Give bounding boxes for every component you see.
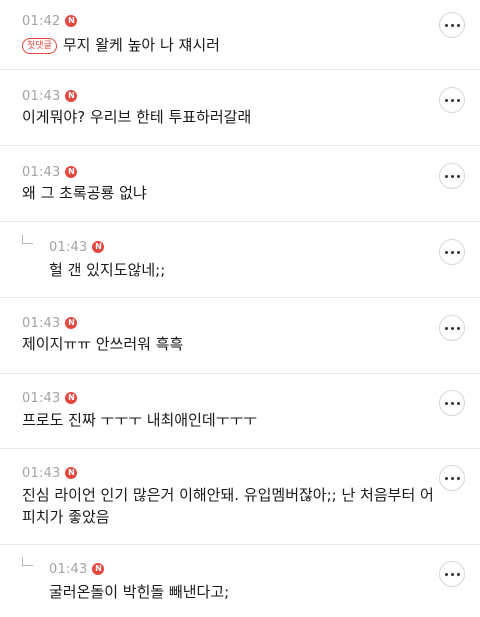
new-badge: N — [65, 166, 78, 178]
comment-time: 01:43 — [49, 561, 88, 577]
comment-time: 01:42 — [22, 13, 61, 29]
comment-time: 01:43 — [22, 164, 61, 180]
comment-item: 01:43 N 진심 라이언 인기 많은거 이해안돼. 유입멤버잖아;; 난 처… — [0, 449, 480, 545]
comment-meta: 01:43 N — [22, 465, 78, 481]
reply-arrow-icon — [22, 557, 33, 566]
comment-time: 01:43 — [22, 315, 61, 331]
comment-text: 제이지ㅠㅠ 안쓰러워 흑흑 — [22, 335, 184, 353]
new-badge: N — [65, 317, 78, 329]
more-options-button[interactable] — [439, 390, 465, 416]
more-options-button[interactable] — [439, 315, 465, 341]
comment-meta: 01:42 N — [22, 13, 78, 29]
comment-time: 01:43 — [22, 465, 61, 481]
comment-item: 01:42 N 첫댓글 무지 왈케 높아 나 쟤시러 — [0, 0, 480, 70]
more-horizontal-icon — [443, 326, 461, 330]
more-horizontal-icon — [443, 401, 461, 405]
comment-time: 01:43 — [22, 88, 61, 104]
more-options-button[interactable] — [439, 12, 465, 38]
comment-item: 01:43 N 프로도 진짜 ㅜㅜㅜ 내최애인데ㅜㅜㅜ — [0, 374, 480, 449]
comment-text: 이게뭐야? 우리브 한테 투표하러갈래 — [22, 108, 252, 126]
comment-text: 무지 왈케 높아 나 쟤시러 — [62, 36, 220, 54]
reply-arrow-icon — [22, 235, 33, 244]
comment-text: 진심 라이언 인기 많은거 이해안돼. 유입멤버잖아;; 난 처음부터 어피치가… — [22, 486, 434, 526]
comment-meta: 01:43 N — [49, 561, 105, 577]
first-comment-badge: 첫댓글 — [22, 38, 57, 54]
comment-text: 굴러온돌이 박힌돌 빼낸다고; — [49, 583, 230, 601]
comment-text-row: 첫댓글 무지 왈케 높아 나 쟤시러 — [22, 34, 220, 56]
comment-item: 01:43 N 왜 그 초록공룡 없냐 — [0, 146, 480, 222]
comment-meta: 01:43 N — [22, 315, 78, 331]
more-horizontal-icon — [443, 174, 461, 178]
more-options-button[interactable] — [439, 87, 465, 113]
new-badge: N — [65, 467, 78, 479]
new-badge: N — [65, 15, 78, 27]
comment-text: 왜 그 초록공룡 없냐 — [22, 184, 147, 202]
more-horizontal-icon — [443, 23, 461, 27]
more-horizontal-icon — [443, 250, 461, 254]
comment-list: 01:42 N 첫댓글 무지 왈케 높아 나 쟤시러 01:43 N 이게뭐야? … — [0, 0, 480, 617]
comment-item: 01:43 N 이게뭐야? 우리브 한테 투표하러갈래 — [0, 70, 480, 146]
more-options-button[interactable] — [439, 163, 465, 189]
more-horizontal-icon — [443, 476, 461, 480]
comment-time: 01:43 — [49, 239, 88, 255]
comment-meta: 01:43 N — [49, 239, 105, 255]
more-horizontal-icon — [443, 98, 461, 102]
more-options-button[interactable] — [439, 239, 465, 265]
reply-item: 01:43 N 굴러온돌이 박힌돌 빼낸다고; — [0, 545, 480, 617]
comment-text: 프로도 진짜 ㅜㅜㅜ 내최애인데ㅜㅜㅜ — [22, 411, 258, 429]
new-badge: N — [92, 241, 105, 253]
reply-item: 01:43 N 헐 갠 있지도않네;; — [0, 222, 480, 298]
more-options-button[interactable] — [439, 465, 465, 491]
new-badge: N — [92, 563, 105, 575]
comment-meta: 01:43 N — [22, 390, 78, 406]
comment-time: 01:43 — [22, 390, 61, 406]
comment-meta: 01:43 N — [22, 88, 78, 104]
new-badge: N — [65, 392, 78, 404]
more-options-button[interactable] — [439, 561, 465, 587]
comment-item: 01:43 N 제이지ㅠㅠ 안쓰러워 흑흑 — [0, 298, 480, 374]
new-badge: N — [65, 90, 78, 102]
more-horizontal-icon — [443, 572, 461, 576]
comment-text: 헐 갠 있지도않네;; — [49, 261, 166, 279]
comment-meta: 01:43 N — [22, 164, 78, 180]
